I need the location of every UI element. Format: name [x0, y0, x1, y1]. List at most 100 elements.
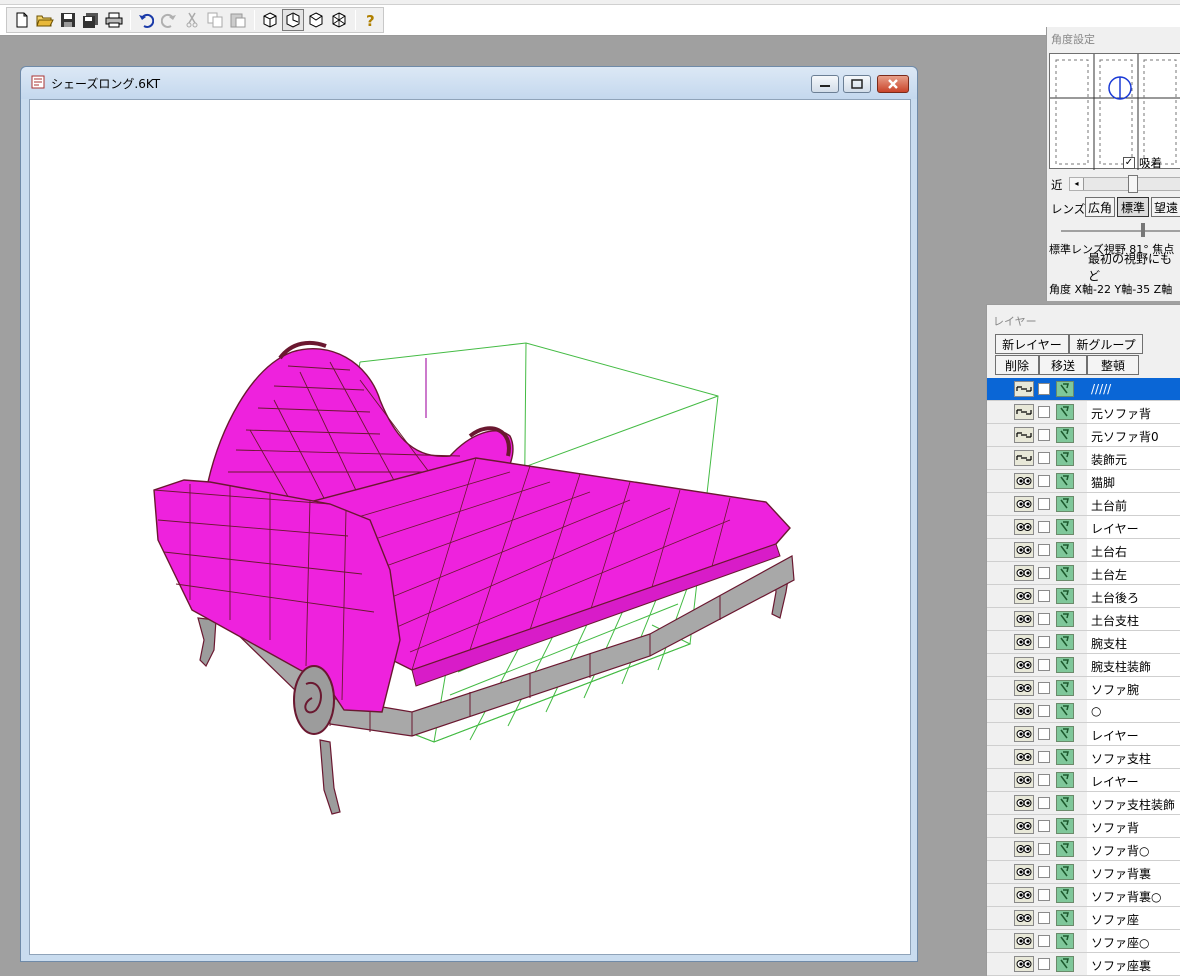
- layer-edit-icon[interactable]: [1056, 703, 1074, 719]
- close-button[interactable]: [877, 75, 909, 93]
- layer-edit-icon[interactable]: [1056, 795, 1074, 811]
- layer-lock-checkbox[interactable]: [1038, 820, 1050, 832]
- copy-icon[interactable]: [204, 9, 226, 31]
- layer-edit-icon[interactable]: [1056, 611, 1074, 627]
- layer-row[interactable]: ソファ腕: [987, 677, 1180, 700]
- layer-row[interactable]: ソファ背裏: [987, 861, 1180, 884]
- visibility-eye-icon[interactable]: [1014, 519, 1034, 535]
- layer-row[interactable]: 土台右: [987, 539, 1180, 562]
- layer-row[interactable]: 元ソファ背0: [987, 424, 1180, 447]
- layer-edit-icon[interactable]: [1056, 933, 1074, 949]
- visibility-eye-icon[interactable]: [1014, 841, 1034, 857]
- visibility-eye-icon[interactable]: [1014, 910, 1034, 926]
- layer-edit-icon[interactable]: [1056, 496, 1074, 512]
- maximize-button[interactable]: [843, 75, 871, 93]
- lens-telephoto-button[interactable]: 望遠: [1151, 197, 1180, 217]
- visibility-eye-icon[interactable]: [1014, 657, 1034, 673]
- print-icon[interactable]: [103, 9, 125, 31]
- layer-edit-icon[interactable]: [1056, 588, 1074, 604]
- layer-row[interactable]: ソファ座○: [987, 930, 1180, 953]
- layer-lock-checkbox[interactable]: [1038, 912, 1050, 924]
- visibility-eye-icon[interactable]: [1014, 680, 1034, 696]
- help-icon[interactable]: ?: [360, 9, 382, 31]
- layer-row[interactable]: ソファ背: [987, 815, 1180, 838]
- lens-slider[interactable]: [1061, 223, 1180, 237]
- tidy-layers-button[interactable]: 整頓: [1087, 355, 1139, 375]
- visibility-eye-icon[interactable]: [1014, 588, 1034, 604]
- layer-row[interactable]: 腕支柱装飾: [987, 654, 1180, 677]
- view-top-icon[interactable]: [328, 9, 350, 31]
- snap-checkbox[interactable]: ✓: [1123, 157, 1135, 169]
- layer-edit-icon[interactable]: [1056, 565, 1074, 581]
- layer-row[interactable]: ソファ支柱: [987, 746, 1180, 769]
- layer-edit-icon[interactable]: [1056, 404, 1074, 420]
- layer-edit-icon[interactable]: [1056, 473, 1074, 489]
- layer-row[interactable]: レイヤー: [987, 516, 1180, 539]
- layer-edit-icon[interactable]: [1056, 427, 1074, 443]
- layer-row[interactable]: ソファ座: [987, 907, 1180, 930]
- reset-view-button[interactable]: 最初の視野にもど: [1085, 252, 1180, 283]
- visibility-eye-icon[interactable]: [1014, 749, 1034, 765]
- visibility-eye-icon[interactable]: [1014, 473, 1034, 489]
- new-group-button[interactable]: 新グループ: [1069, 334, 1143, 354]
- layer-lock-checkbox[interactable]: [1038, 728, 1050, 740]
- layer-row[interactable]: 土台左: [987, 562, 1180, 585]
- layer-row[interactable]: レイヤー: [987, 769, 1180, 792]
- visibility-eye-icon[interactable]: [1014, 933, 1034, 949]
- layer-edit-icon[interactable]: [1056, 841, 1074, 857]
- layer-edit-icon[interactable]: [1056, 680, 1074, 696]
- layer-row[interactable]: 装飾元: [987, 447, 1180, 470]
- layer-lock-checkbox[interactable]: [1038, 452, 1050, 464]
- cut-icon[interactable]: [181, 9, 203, 31]
- layer-edit-icon[interactable]: [1056, 542, 1074, 558]
- layer-lock-checkbox[interactable]: [1038, 866, 1050, 878]
- save-icon[interactable]: [57, 9, 79, 31]
- layer-lock-checkbox[interactable]: [1038, 636, 1050, 648]
- layer-lock-checkbox[interactable]: [1038, 682, 1050, 694]
- layer-lock-checkbox[interactable]: [1038, 429, 1050, 441]
- layer-edit-icon[interactable]: [1056, 749, 1074, 765]
- layer-edit-icon[interactable]: [1056, 772, 1074, 788]
- layer-row[interactable]: ソファ座裏: [987, 953, 1180, 976]
- 3d-viewport[interactable]: [29, 99, 911, 955]
- layer-lock-checkbox[interactable]: [1038, 590, 1050, 602]
- zoom-slider[interactable]: ◂: [1069, 175, 1180, 193]
- visibility-eye-icon[interactable]: [1014, 611, 1034, 627]
- minimize-button[interactable]: [811, 75, 839, 93]
- layer-lock-checkbox[interactable]: [1038, 498, 1050, 510]
- layer-row[interactable]: ソファ支柱装飾: [987, 792, 1180, 815]
- layer-lock-checkbox[interactable]: [1038, 475, 1050, 487]
- angle-view-grid[interactable]: [1049, 53, 1180, 170]
- undo-icon[interactable]: [135, 9, 157, 31]
- layer-row[interactable]: 猫脚: [987, 470, 1180, 493]
- view-side-icon[interactable]: [305, 9, 327, 31]
- layer-row[interactable]: 腕支柱: [987, 631, 1180, 654]
- layer-edit-icon[interactable]: [1056, 381, 1074, 397]
- visibility-eye-icon[interactable]: [1014, 703, 1034, 719]
- zoom-slider-thumb[interactable]: [1128, 175, 1138, 193]
- layer-lock-checkbox[interactable]: [1038, 406, 1050, 418]
- layer-row[interactable]: 土台支柱: [987, 608, 1180, 631]
- layer-edit-icon[interactable]: [1056, 864, 1074, 880]
- lens-slider-thumb[interactable]: [1141, 223, 1145, 237]
- layer-edit-icon[interactable]: [1056, 450, 1074, 466]
- link-icon[interactable]: [1014, 404, 1034, 420]
- document-titlebar[interactable]: シェーズロング.6KT: [21, 67, 917, 99]
- visibility-eye-icon[interactable]: [1014, 565, 1034, 581]
- layer-lock-checkbox[interactable]: [1038, 705, 1050, 717]
- layer-edit-icon[interactable]: [1056, 887, 1074, 903]
- save-all-icon[interactable]: [80, 9, 102, 31]
- layer-lock-checkbox[interactable]: [1038, 843, 1050, 855]
- view-front-icon[interactable]: [282, 9, 304, 31]
- layer-edit-icon[interactable]: [1056, 956, 1074, 972]
- view-perspective-icon[interactable]: [259, 9, 281, 31]
- visibility-eye-icon[interactable]: [1014, 818, 1034, 834]
- layer-lock-checkbox[interactable]: [1038, 751, 1050, 763]
- layer-row[interactable]: 土台前: [987, 493, 1180, 516]
- layer-edit-icon[interactable]: [1056, 726, 1074, 742]
- layer-edit-icon[interactable]: [1056, 634, 1074, 650]
- visibility-eye-icon[interactable]: [1014, 726, 1034, 742]
- layer-edit-icon[interactable]: [1056, 818, 1074, 834]
- visibility-eye-icon[interactable]: [1014, 956, 1034, 972]
- layer-lock-checkbox[interactable]: [1038, 567, 1050, 579]
